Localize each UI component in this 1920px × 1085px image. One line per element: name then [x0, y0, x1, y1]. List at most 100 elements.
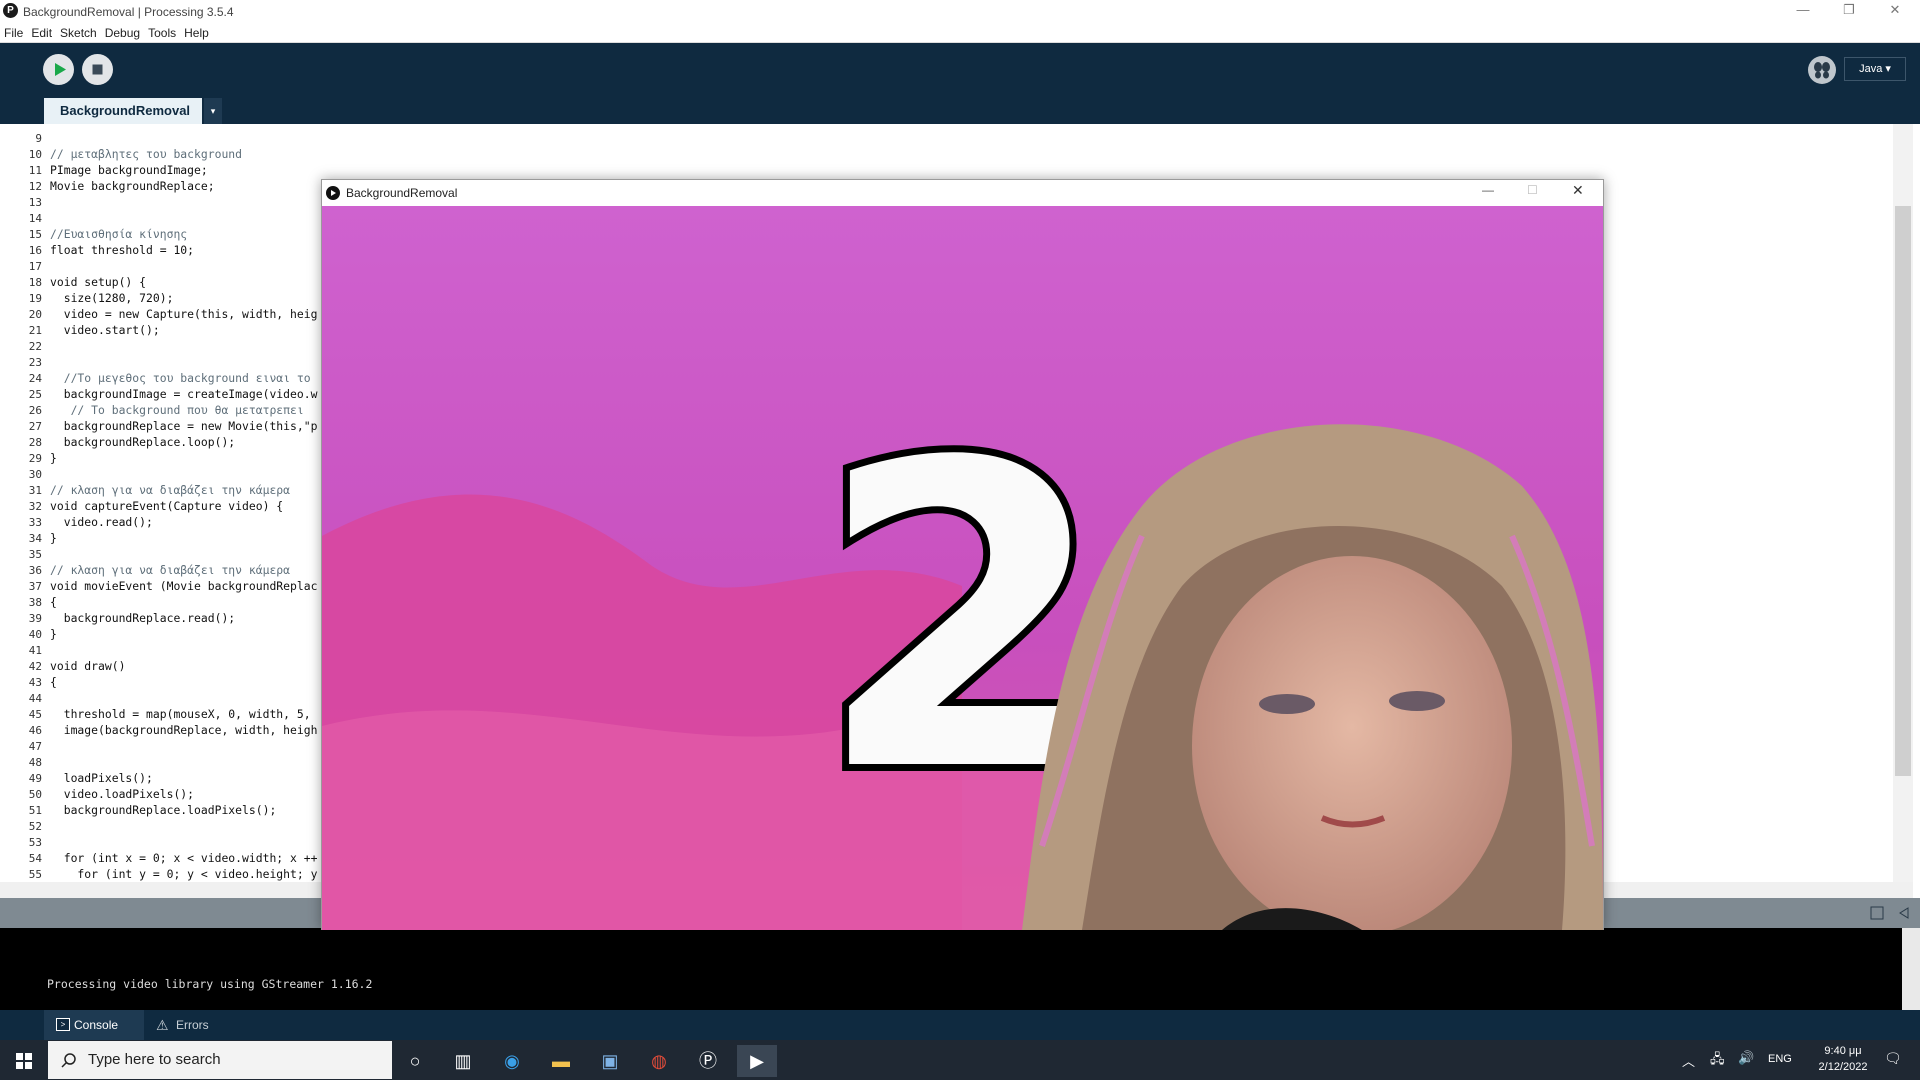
line-number: 26 — [28, 404, 42, 417]
running-sketch-taskbar-icon[interactable]: ▶ — [737, 1045, 777, 1077]
notifications-icon[interactable]: 🗨 — [1884, 1050, 1902, 1067]
line-number: 33 — [28, 516, 42, 529]
tab-errors[interactable]: ⚠ Errors — [146, 1010, 236, 1040]
clock-time[interactable]: 9:40 μμ — [1814, 1045, 1872, 1057]
code-line: float threshold = 10; — [50, 243, 195, 257]
line-number: 54 — [28, 852, 42, 865]
language-indicator[interactable]: ENG — [1768, 1053, 1792, 1065]
code-line: { — [50, 675, 57, 689]
editor-scroll-thumb[interactable] — [1895, 206, 1911, 776]
menu-tools[interactable]: Tools — [144, 22, 180, 40]
line-number: 39 — [28, 612, 42, 625]
line-number: 50 — [28, 788, 42, 801]
line-number: 35 — [28, 548, 42, 561]
code-line: Movie backgroundReplace; — [50, 179, 215, 193]
code-line: threshold = map(mouseX, 0, width, 5, — [50, 707, 311, 721]
code-line: //Ευαισθησία κίνησης — [50, 227, 188, 241]
tab-backgroundremoval[interactable]: BackgroundRemoval — [44, 98, 202, 124]
taskbar-search-box[interactable]: Type here to search — [48, 1041, 392, 1079]
line-number: 41 — [28, 644, 42, 657]
line-number: 44 — [28, 692, 42, 705]
sketch-maximize-icon[interactable]: ☐ — [1527, 183, 1538, 197]
line-number: 23 — [28, 356, 42, 369]
tab-console[interactable]: > Console — [44, 1010, 144, 1040]
console-scrollbar[interactable] — [1902, 928, 1920, 1010]
processing-taskbar-icon[interactable]: Ⓟ — [688, 1045, 728, 1077]
code-line: void setup() { — [50, 275, 147, 289]
line-number: 20 — [28, 308, 42, 321]
debugger-button[interactable] — [1808, 56, 1836, 84]
menu-file[interactable]: File — [0, 22, 27, 40]
menu-sketch[interactable]: Sketch — [56, 22, 101, 40]
play-icon — [55, 63, 66, 76]
close-icon[interactable]: ✕ — [1872, 0, 1918, 22]
line-number: 27 — [28, 420, 42, 433]
stop-button[interactable] — [82, 54, 113, 85]
code-line: void draw() — [50, 659, 126, 673]
store-icon[interactable]: ▣ — [590, 1045, 630, 1077]
restore-icon[interactable]: ❐ — [1826, 0, 1872, 22]
console-tabs — [0, 1010, 1920, 1040]
video-frame: 2 — [322, 206, 1603, 930]
line-number-gutter: 9 10 11 12 13 14 15 16 17 18 19 20 21 22 23 24 25 26 27 28 2… — [0, 124, 45, 882]
code-line: backgroundReplace.read(); — [50, 611, 236, 625]
code-line: backgroundReplace = new Movie(this,"p — [50, 419, 318, 433]
line-number: 42 — [28, 660, 42, 673]
windows-logo-icon — [16, 1053, 32, 1069]
edge-icon[interactable]: ◉ — [492, 1045, 532, 1077]
line-number: 12 — [28, 180, 42, 193]
line-number: 19 — [28, 292, 42, 305]
code-line: // μεταβλητες του background — [50, 147, 243, 161]
line-number: 30 — [28, 468, 42, 481]
line-number: 14 — [28, 212, 42, 225]
tab-menu-arrow[interactable]: ▾ — [204, 98, 222, 124]
line-number: 37 — [28, 580, 42, 593]
chrome-icon[interactable]: ◍ — [639, 1045, 679, 1077]
collapse-arrow-icon[interactable] — [1898, 906, 1910, 920]
line-number: 51 — [28, 804, 42, 817]
network-icon[interactable]: 🖧 — [1710, 1050, 1725, 1072]
line-number: 52 — [28, 820, 42, 833]
clock-date[interactable]: 2/12/2022 — [1809, 1061, 1877, 1073]
menu-help[interactable]: Help — [180, 22, 213, 40]
code-line: void captureEvent(Capture video) { — [50, 499, 284, 513]
file-explorer-icon[interactable]: ▬ — [541, 1045, 581, 1077]
sketch-minimize-icon[interactable]: — — [1482, 183, 1494, 197]
code-line: video.read(); — [50, 515, 153, 529]
code-line: loadPixels(); — [50, 771, 153, 785]
line-number: 17 — [28, 260, 42, 273]
volume-icon[interactable]: 🔊 — [1738, 1050, 1754, 1066]
line-number: 48 — [28, 756, 42, 769]
line-number: 16 — [28, 244, 42, 257]
line-number: 38 — [28, 596, 42, 609]
code-line: } — [50, 627, 57, 641]
task-view-icon[interactable]: ▥ — [443, 1045, 483, 1077]
line-number: 28 — [28, 436, 42, 449]
run-button[interactable] — [43, 54, 74, 85]
sketch-canvas[interactable]: 2 — [322, 206, 1603, 930]
line-number: 47 — [28, 740, 42, 753]
sketch-window[interactable]: BackgroundRemoval — ☐ ✕ 2 — [321, 179, 1604, 930]
code-line: void movieEvent (Movie backgroundReplac — [50, 579, 318, 593]
sketch-close-icon[interactable]: ✕ — [1572, 182, 1584, 199]
line-number: 22 — [28, 340, 42, 353]
warning-icon: ⚠ — [156, 1017, 169, 1033]
cortana-icon[interactable]: ○ — [395, 1045, 435, 1077]
line-number: 34 — [28, 532, 42, 545]
line-number: 40 — [28, 628, 42, 641]
mode-selector[interactable]: Java ▾ — [1844, 57, 1906, 81]
start-button[interactable] — [0, 1040, 48, 1080]
code-line: PImage backgroundImage; — [50, 163, 208, 177]
line-number: 45 — [28, 708, 42, 721]
minimize-icon[interactable]: — — [1780, 0, 1826, 22]
menu-debug[interactable]: Debug — [101, 22, 144, 40]
code-line: for (int x = 0; x < video.width; x ++ — [50, 851, 318, 865]
show-hidden-icons-icon[interactable]: ︿ — [1682, 1051, 1695, 1070]
line-number: 18 — [28, 276, 42, 289]
debugger-butterfly-icon — [1814, 62, 1830, 79]
console-toggle-icon[interactable] — [1870, 906, 1884, 920]
code-line: size(1280, 720); — [50, 291, 174, 305]
menu-edit[interactable]: Edit — [27, 22, 56, 40]
line-number: 24 — [28, 372, 42, 385]
line-number: 21 — [28, 324, 42, 337]
